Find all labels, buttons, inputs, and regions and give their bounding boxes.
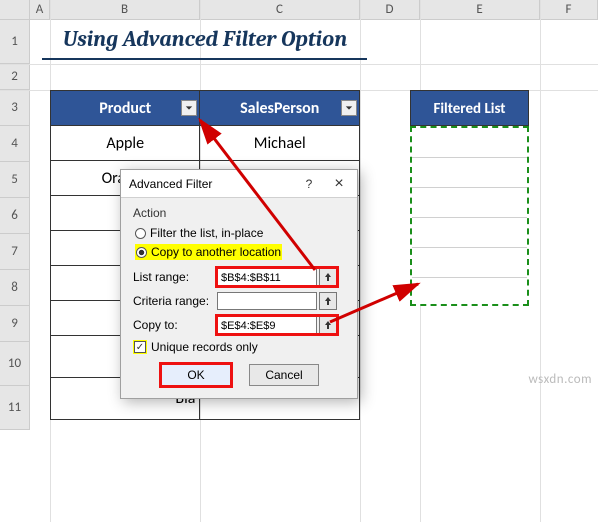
col-header-f[interactable]: F [540,0,598,20]
list-range-input[interactable]: $B$4:$B$11 [217,268,317,286]
column-headers: A B C D E F [0,0,598,20]
col-header-c[interactable]: C [200,0,360,20]
row-header-8[interactable]: 8 [0,270,30,306]
dialog-title: Advanced Filter [129,170,212,198]
action-group-label: Action [133,206,347,220]
row-header-4[interactable]: 4 [0,126,30,162]
col-header-b[interactable]: B [50,0,200,20]
cell-e6[interactable] [412,188,527,218]
row-header-9[interactable]: 9 [0,306,30,342]
cell-c4[interactable]: Michael [200,126,360,161]
select-all-corner[interactable] [0,0,30,20]
col-header-a[interactable]: A [30,0,50,20]
cell-e9[interactable] [412,278,527,308]
copy-to-picker[interactable] [319,316,337,334]
cell-e8[interactable] [412,248,527,278]
unique-records-label: Unique records only [151,340,258,354]
row-header-11[interactable]: 11 [0,386,30,430]
copy-to-label: Copy to: [133,318,211,332]
watermark: wsxdn.com [528,372,592,387]
criteria-range-input[interactable] [217,292,317,310]
filtered-list-header[interactable]: Filtered List [410,90,529,126]
cancel-button[interactable]: Cancel [249,364,319,386]
criteria-range-label: Criteria range: [133,294,211,308]
row-header-3[interactable]: 3 [0,90,30,126]
row-headers: 1 2 3 4 5 6 7 8 9 10 11 [0,20,30,430]
cell-e5[interactable] [412,158,527,188]
advanced-filter-dialog: Advanced Filter ? × Action Filter the li… [120,169,358,399]
radio-icon [135,228,146,239]
dialog-titlebar[interactable]: Advanced Filter ? × [121,170,357,198]
filter-dropdown-product[interactable] [181,100,197,116]
row-header-1[interactable]: 1 [0,20,30,64]
radio-inplace-label: Filter the list, in-place [150,226,263,240]
header-product-label: Product [99,99,151,118]
list-range-picker[interactable] [319,268,337,286]
radio-icon-selected [136,247,147,258]
unique-records-checkbox[interactable]: ✓ Unique records only [133,340,347,354]
radio-copy-location[interactable]: Copy to another location [133,242,347,262]
dialog-close-button[interactable]: × [329,170,349,198]
row-header-5[interactable]: 5 [0,162,30,198]
spreadsheet-grid: A B C D E F 1 2 3 4 5 6 7 8 9 10 11 Usin… [0,0,598,522]
header-salesperson-label: SalesPerson [240,99,319,118]
title-underline [42,58,367,60]
list-range-label: List range: [133,270,211,284]
ok-button[interactable]: OK [161,364,231,386]
col-header-e[interactable]: E [420,0,540,20]
criteria-range-picker[interactable] [319,292,337,310]
radio-filter-inplace[interactable]: Filter the list, in-place [133,224,347,242]
cell-e4[interactable] [412,128,527,158]
check-icon: ✓ [134,341,146,353]
filter-dropdown-salesperson[interactable] [341,100,357,116]
row-header-2[interactable]: 2 [0,64,30,90]
cell-b4[interactable]: Apple [51,126,200,161]
header-salesperson[interactable]: SalesPerson [200,91,360,126]
row-header-10[interactable]: 10 [0,342,30,386]
page-title: Using Advanced Filter Option [50,26,360,52]
copy-to-input[interactable]: $E$4:$E$9 [217,316,317,334]
filtered-list-selection[interactable] [410,126,529,306]
cell-e7[interactable] [412,218,527,248]
row-header-6[interactable]: 6 [0,198,30,234]
header-product[interactable]: Product [51,91,200,126]
dialog-help-button[interactable]: ? [299,170,319,198]
radio-copy-label: Copy to another location [151,245,281,259]
row-header-7[interactable]: 7 [0,234,30,270]
col-header-d[interactable]: D [360,0,420,20]
